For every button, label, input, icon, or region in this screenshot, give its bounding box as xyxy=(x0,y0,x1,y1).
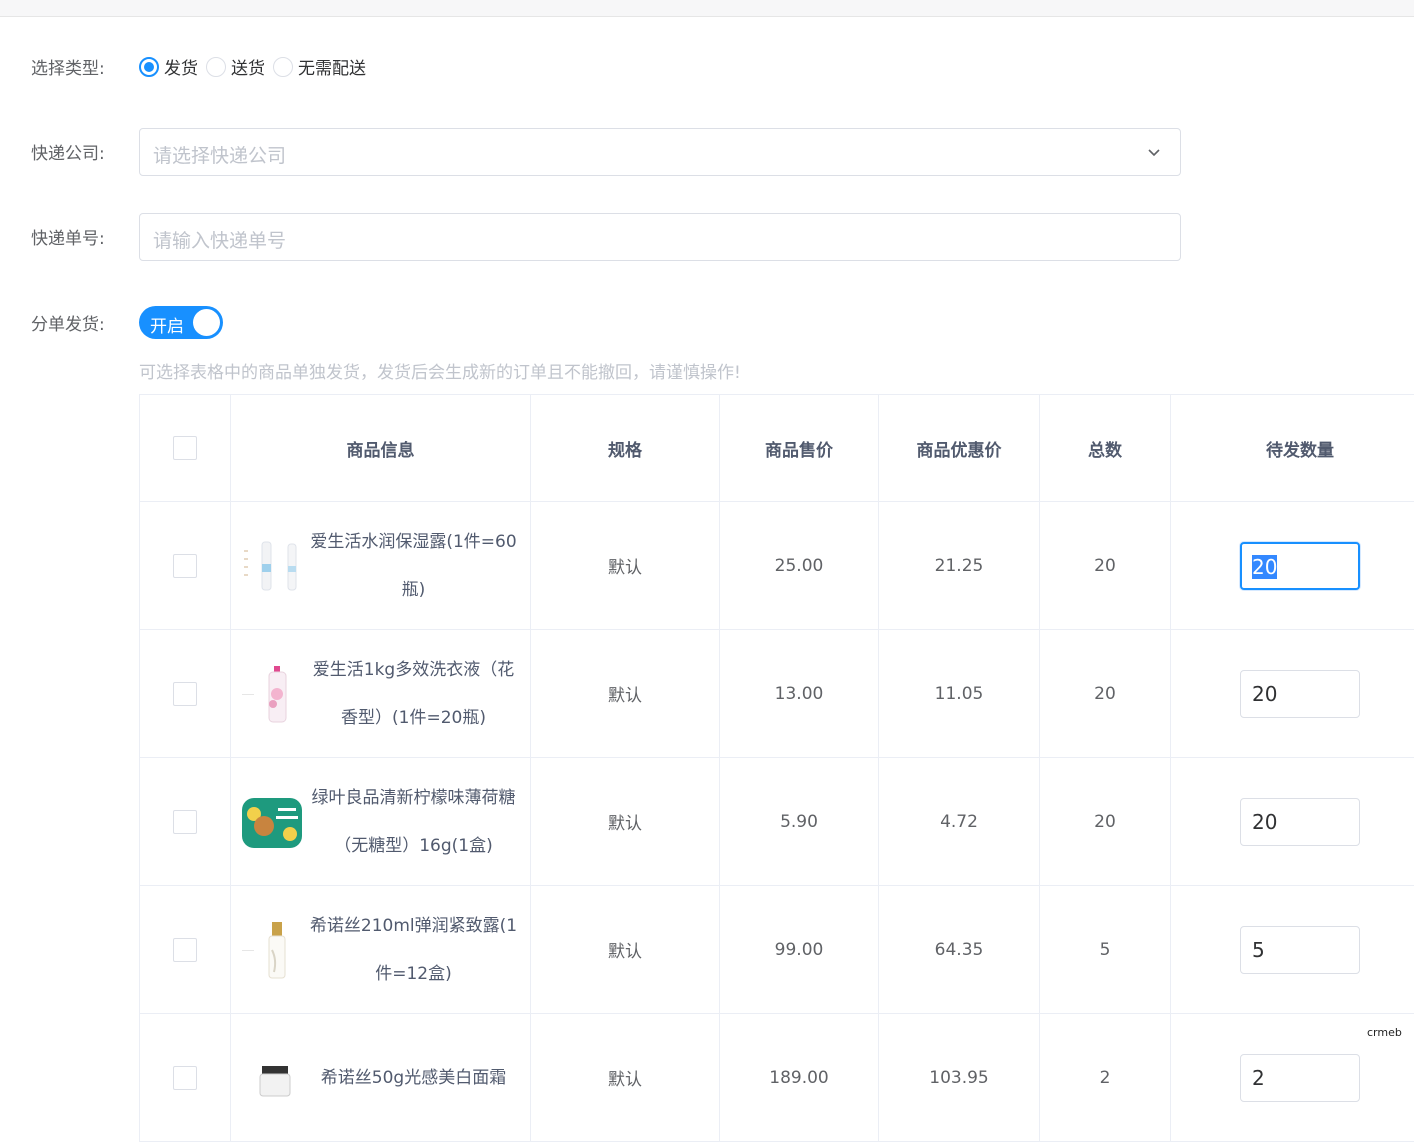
row-select-cell xyxy=(140,758,231,886)
product-info-cell: 爱生活1kg多效洗衣液（花香型）(1件=20瓶) xyxy=(231,630,531,758)
product-info-cell: 绿叶良品清新柠檬味薄荷糖（无糖型）16g(1盒) xyxy=(231,758,531,886)
pending-cell: 20 xyxy=(1171,502,1414,630)
product-info-cell: 爱生活水润保湿露(1件=60瓶) xyxy=(231,502,531,630)
table-row: 希诺丝50g光感美白面霜 默认 189.00 103.95 2 2 xyxy=(140,1014,1414,1142)
split-label: 分单发货: xyxy=(31,310,105,335)
tracking-label: 快递单号: xyxy=(31,224,105,249)
radio-unchecked-icon xyxy=(273,57,293,77)
product-thumbnail-firming-lotion xyxy=(239,917,305,983)
pending-cell: 20 xyxy=(1171,630,1414,758)
total-cell: 20 xyxy=(1040,758,1171,886)
select-all-checkbox[interactable] xyxy=(173,436,197,460)
price-cell: 25.00 xyxy=(720,502,879,630)
product-thumbnail-face-cream xyxy=(239,1045,305,1111)
express-placeholder: 请选择快递公司 xyxy=(153,141,286,168)
total-cell: 20 xyxy=(1040,502,1171,630)
row-checkbox[interactable] xyxy=(173,810,197,834)
price-cell: 5.90 xyxy=(720,758,879,886)
pending-quantity-input[interactable]: 20 xyxy=(1240,670,1360,718)
type-label: 选择类型: xyxy=(31,54,105,79)
express-select[interactable]: 请选择快递公司 xyxy=(139,128,1181,176)
table-row: 爱生活1kg多效洗衣液（花香型）(1件=20瓶) 默认 13.00 11.05 … xyxy=(140,630,1414,758)
discount-cell: 103.95 xyxy=(879,1014,1040,1142)
pending-cell: 5 xyxy=(1171,886,1414,1014)
header-product-info: 商品信息 xyxy=(231,395,531,502)
split-hint: 可选择表格中的商品单独发货，发货后会生成新的订单且不能撤回，请谨慎操作! xyxy=(139,358,741,383)
spec-cell: 默认 xyxy=(531,886,720,1014)
discount-cell: 4.72 xyxy=(879,758,1040,886)
product-thumbnail-lotion xyxy=(239,533,305,599)
row-checkbox[interactable] xyxy=(173,1066,197,1090)
pending-quantity-value: 20 xyxy=(1252,555,1277,579)
product-name: 爱生活1kg多效洗衣液（花香型）(1件=20瓶) xyxy=(305,646,522,742)
row-select-cell xyxy=(140,630,231,758)
top-bar xyxy=(0,0,1414,17)
product-info-cell: 希诺丝210ml弹润紧致露(1件=12盒) xyxy=(231,886,531,1014)
table-row: 绿叶良品清新柠檬味薄荷糖（无糖型）16g(1盒) 默认 5.90 4.72 20… xyxy=(140,758,1414,886)
radio-no-delivery-label: 无需配送 xyxy=(298,54,366,79)
tracking-placeholder: 请输入快递单号 xyxy=(153,226,286,253)
pending-quantity-input[interactable]: 20 xyxy=(1240,798,1360,846)
discount-cell: 64.35 xyxy=(879,886,1040,1014)
radio-no-delivery[interactable]: 无需配送 xyxy=(273,54,366,79)
product-thumbnail-mint-candy xyxy=(239,789,305,855)
radio-ship[interactable]: 发货 xyxy=(139,54,198,79)
total-cell: 2 xyxy=(1040,1014,1171,1142)
header-price: 商品售价 xyxy=(720,395,879,502)
product-name: 希诺丝210ml弹润紧致露(1件=12盒) xyxy=(305,902,522,998)
split-toggle-text: 开启 xyxy=(150,312,184,337)
express-label: 快递公司: xyxy=(31,139,105,164)
type-radio-group: 发货 送货 无需配送 xyxy=(139,54,374,79)
spec-cell: 默认 xyxy=(531,758,720,886)
chevron-down-icon xyxy=(1146,144,1162,160)
product-info-cell: 希诺丝50g光感美白面霜 xyxy=(231,1014,531,1142)
row-select-cell xyxy=(140,1014,231,1142)
goods-table: 商品信息 规格 商品售价 商品优惠价 总数 待发数量 xyxy=(139,394,1414,1142)
spec-cell: 默认 xyxy=(531,630,720,758)
total-cell: 5 xyxy=(1040,886,1171,1014)
row-checkbox[interactable] xyxy=(173,682,197,706)
toggle-knob xyxy=(193,309,220,336)
discount-cell: 11.05 xyxy=(879,630,1040,758)
radio-ship-label: 发货 xyxy=(164,54,198,79)
total-cell: 20 xyxy=(1040,630,1171,758)
header-pending: 待发数量 xyxy=(1171,395,1414,502)
watermark-logo: crmeb xyxy=(1367,1026,1402,1039)
price-cell: 13.00 xyxy=(720,630,879,758)
row-select-cell xyxy=(140,502,231,630)
product-thumbnail-detergent xyxy=(239,661,305,727)
split-toggle[interactable]: 开启 xyxy=(139,306,223,339)
header-discount: 商品优惠价 xyxy=(879,395,1040,502)
header-total: 总数 xyxy=(1040,395,1171,502)
table-row: 希诺丝210ml弹润紧致露(1件=12盒) 默认 99.00 64.35 5 5 xyxy=(140,886,1414,1014)
radio-checked-icon xyxy=(139,57,159,77)
product-name: 希诺丝50g光感美白面霜 xyxy=(305,1054,522,1102)
pending-cell: 20 xyxy=(1171,758,1414,886)
pending-quantity-input[interactable]: 5 xyxy=(1240,926,1360,974)
select-all-cell xyxy=(140,395,231,502)
radio-unchecked-icon xyxy=(206,57,226,77)
radio-deliver-label: 送货 xyxy=(231,54,265,79)
row-checkbox[interactable] xyxy=(173,938,197,962)
pending-quantity-input[interactable]: 2 xyxy=(1240,1054,1360,1102)
table-row: 爱生活水润保湿露(1件=60瓶) 默认 25.00 21.25 20 20 xyxy=(140,502,1414,630)
row-select-cell xyxy=(140,886,231,1014)
product-name: 爱生活水润保湿露(1件=60瓶) xyxy=(305,518,522,614)
pending-quantity-input[interactable]: 20 xyxy=(1240,542,1360,590)
discount-cell: 21.25 xyxy=(879,502,1040,630)
price-cell: 99.00 xyxy=(720,886,879,1014)
header-spec: 规格 xyxy=(531,395,720,502)
radio-deliver[interactable]: 送货 xyxy=(206,54,265,79)
spec-cell: 默认 xyxy=(531,1014,720,1142)
product-name: 绿叶良品清新柠檬味薄荷糖（无糖型）16g(1盒) xyxy=(305,774,522,870)
row-checkbox[interactable] xyxy=(173,554,197,578)
tracking-input[interactable]: 请输入快递单号 xyxy=(139,213,1181,261)
table-header-row: 商品信息 规格 商品售价 商品优惠价 总数 待发数量 xyxy=(140,395,1414,502)
price-cell: 189.00 xyxy=(720,1014,879,1142)
spec-cell: 默认 xyxy=(531,502,720,630)
